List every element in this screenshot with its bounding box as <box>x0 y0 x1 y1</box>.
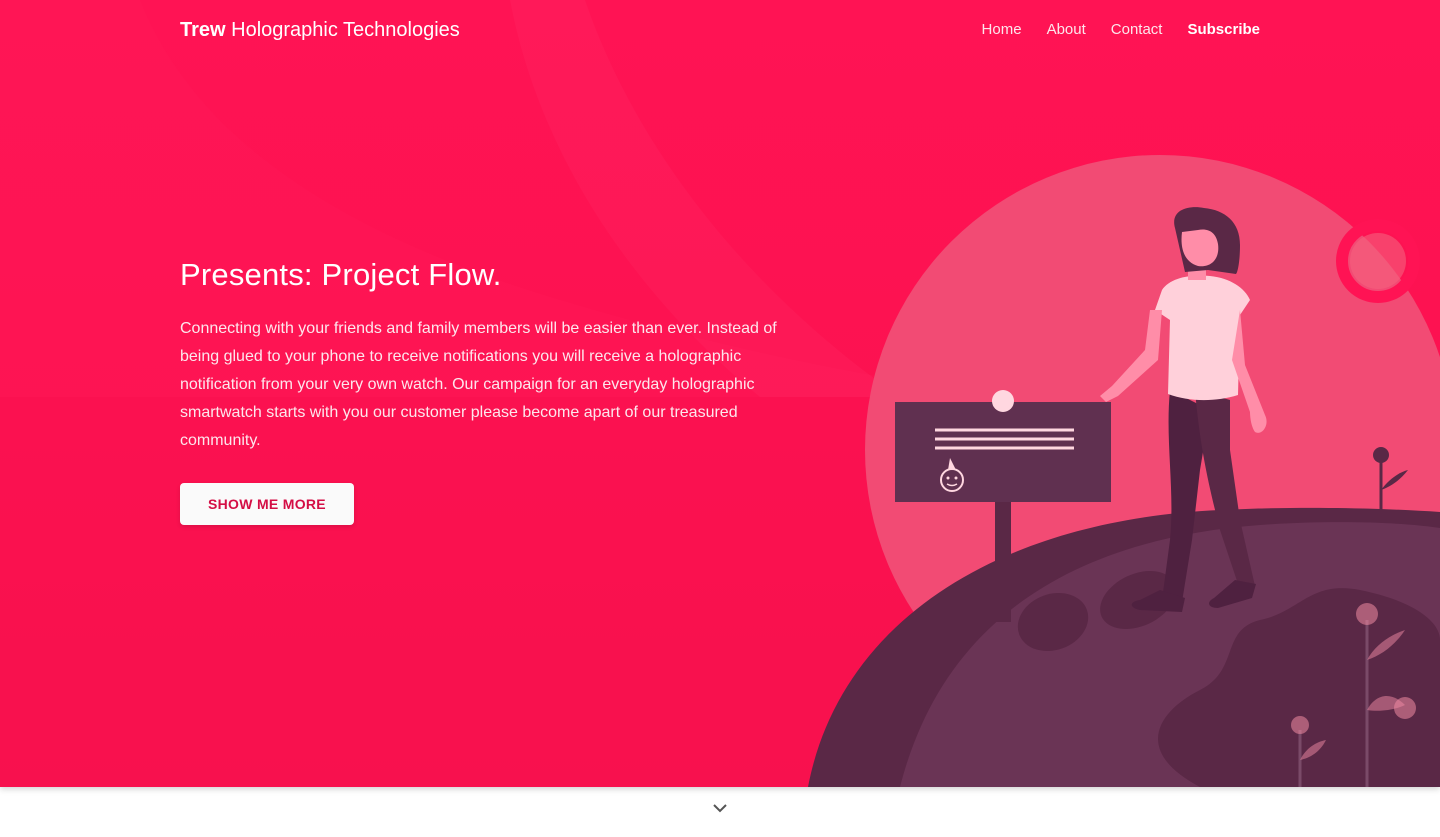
hero-content: Presents: Project Flow. Connecting with … <box>180 255 780 525</box>
brand-name-strong: Trew <box>180 19 226 41</box>
nav-link-home[interactable]: Home <box>982 21 1022 38</box>
nav-link-contact[interactable]: Contact <box>1111 21 1163 38</box>
sign-post <box>995 502 1011 622</box>
chevron-down-icon[interactable] <box>712 802 728 814</box>
notification-dot <box>992 390 1014 412</box>
sign-board <box>895 402 1111 502</box>
top-nav: Trew Holographic Technologies Home About… <box>180 0 1260 60</box>
show-me-more-button[interactable]: SHOW ME MORE <box>180 483 354 525</box>
hero-illustration <box>808 155 1440 787</box>
hero-section: Trew Holographic Technologies Home About… <box>0 0 1440 787</box>
hero-lead-text: Connecting with your friends and family … <box>180 320 777 449</box>
nav-link-about[interactable]: About <box>1047 21 1086 38</box>
brand-name-rest: Holographic Technologies <box>225 19 460 41</box>
nav-link-subscribe[interactable]: Subscribe <box>1187 21 1260 38</box>
ring-inner <box>1350 233 1406 289</box>
hero-headline: Presents: Project Flow. <box>180 257 502 292</box>
nav-links: Home About Contact Subscribe <box>957 21 1260 38</box>
brand-logo-link[interactable]: Trew Holographic Technologies <box>180 19 460 42</box>
